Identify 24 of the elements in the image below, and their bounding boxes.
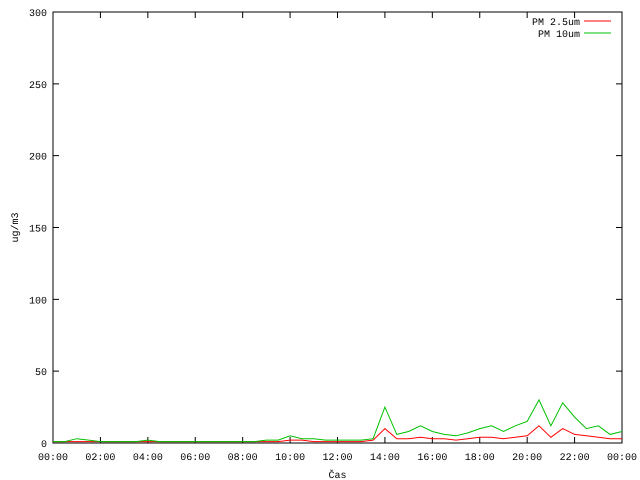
x-tick-label: 10:00 [275,453,306,464]
x-tick-label: 06:00 [180,453,210,464]
x-tick-label: 00:00 [607,453,637,464]
x-tick-label: 02:00 [85,453,116,464]
y-tick-label: 250 [28,80,47,92]
x-tick-label: 16:00 [417,453,448,464]
x-tick-label: 14:00 [370,453,400,464]
x-tick-label: 20:00 [512,453,542,464]
x-tick-label: 12:00 [322,453,352,464]
x-tick-label: 22:00 [560,453,590,464]
x-tick-label: 18:00 [464,453,495,464]
legend-label: PM 10um [538,30,580,41]
y-tick-label: 150 [28,224,47,236]
y-tick-label: 0 [40,440,47,451]
x-tick-label: 00:00 [38,453,68,464]
y-axis-label: ug/m3 [11,212,22,242]
y-tick-label: 300 [28,9,47,20]
y-tick-label: 100 [28,296,47,308]
x-tick-label: 04:00 [132,453,163,464]
x-tick-label: 08:00 [228,453,258,464]
legend-label: PM 2.5um [532,18,580,29]
x-axis-label: Čas [328,471,346,480]
y-tick-label: 200 [28,152,47,164]
y-tick-label: 50 [34,368,47,380]
